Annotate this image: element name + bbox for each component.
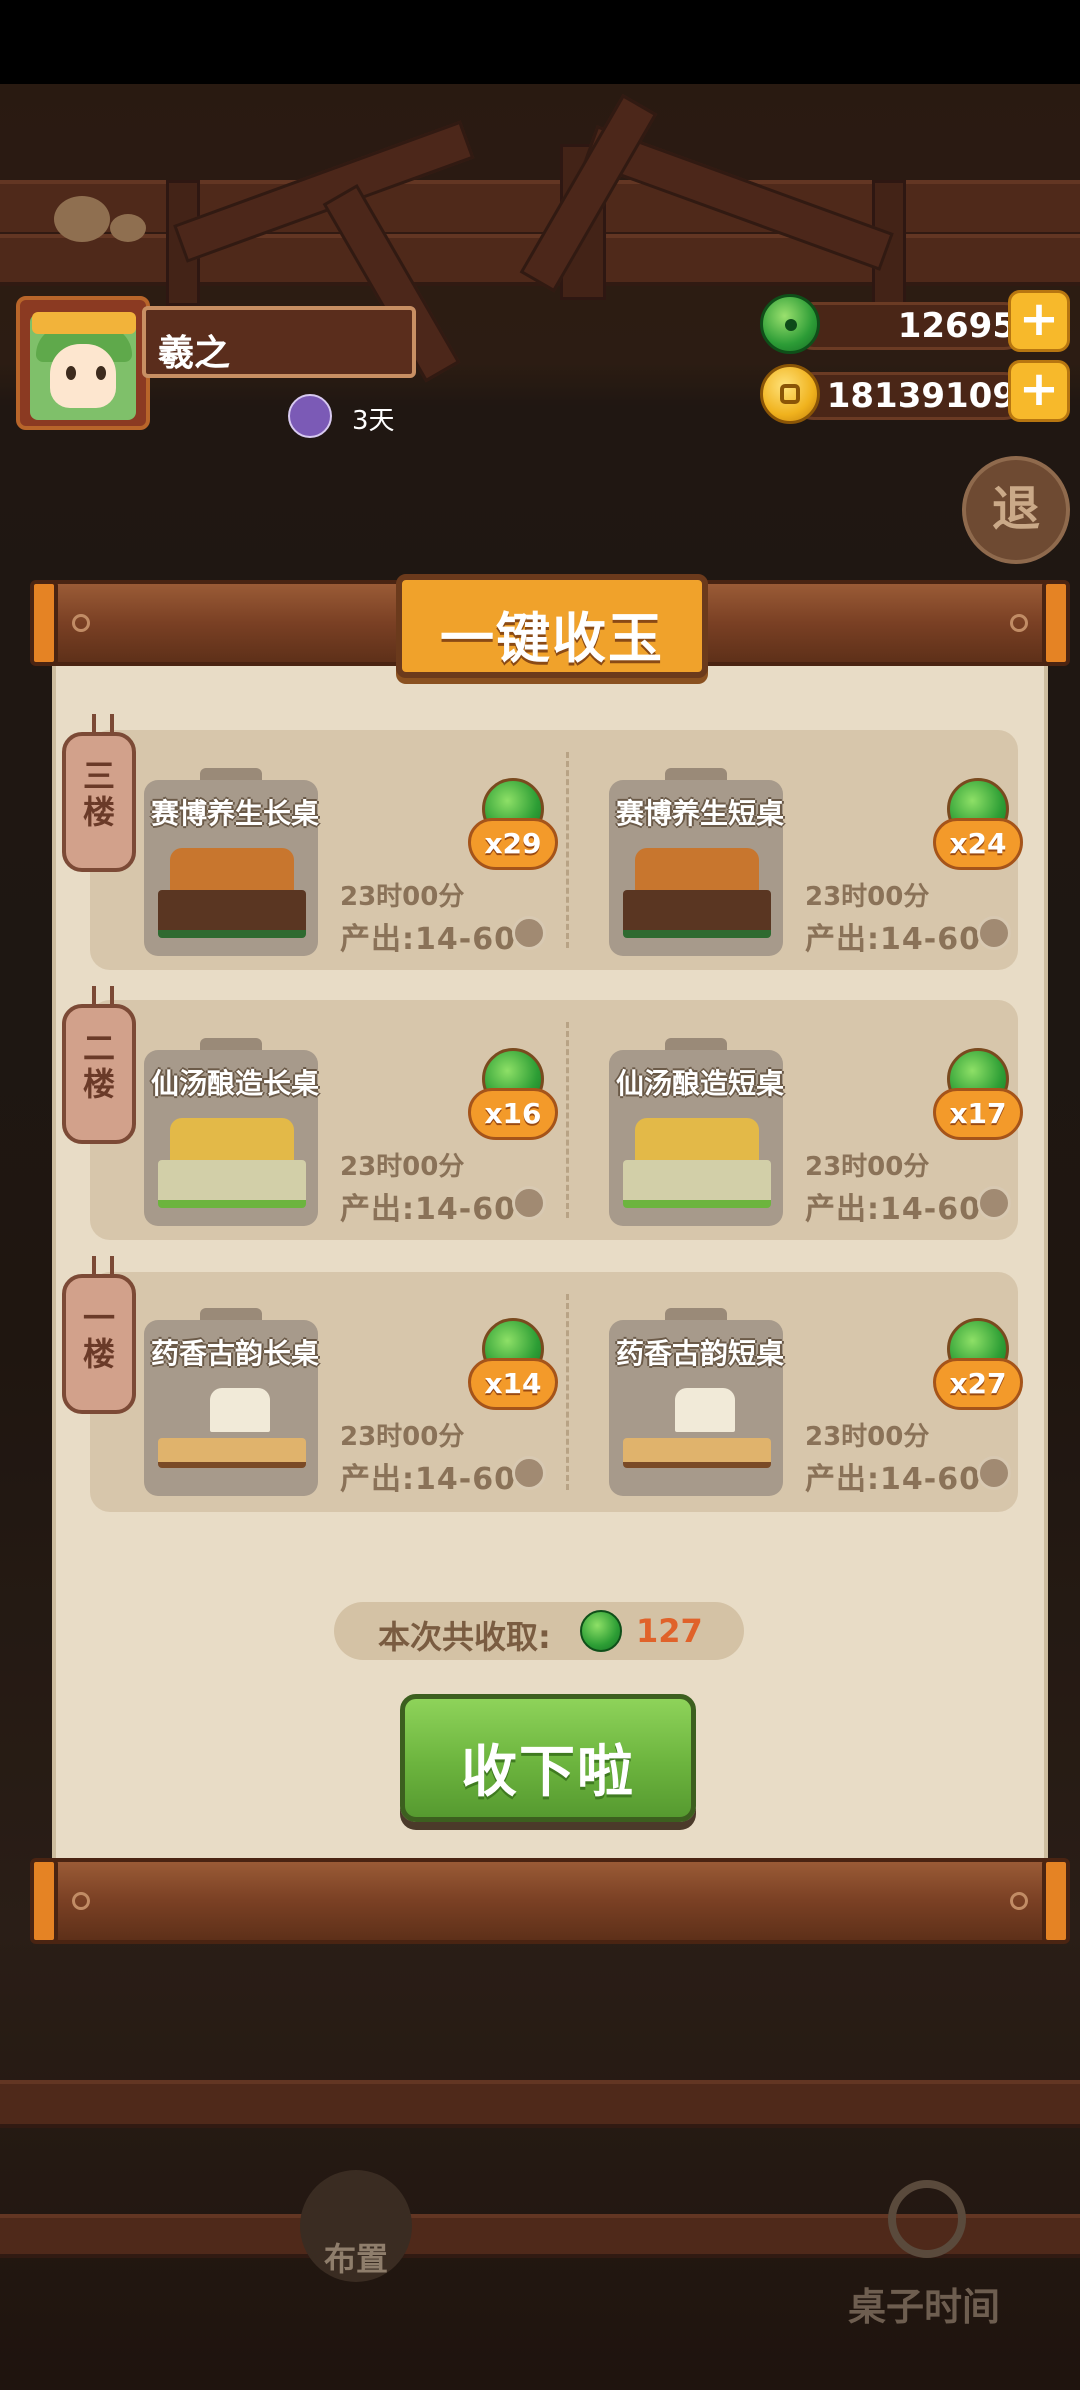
jade-count: x16 — [484, 1097, 542, 1130]
gold-currency: 18139109 + — [760, 360, 1070, 424]
table-output: 产出:14-60 — [340, 1192, 516, 1227]
table-card: 仙汤酿造长桌 x16 23时00分 产出:14-60 — [100, 1010, 560, 1230]
table-name: 赛博养生短桌 — [615, 797, 784, 830]
table-card: 赛博养生长桌 x29 23时00分 产出:14-60 — [100, 740, 560, 960]
table-output: 产出:14-60 — [805, 1462, 981, 1497]
add-jade-plus-icon[interactable]: + — [1008, 290, 1070, 352]
table-card: 赛博养生短桌 x24 23时00分 产出:14-60 — [565, 740, 1025, 960]
jade-count-badge: x17 — [933, 1048, 1023, 1148]
clock-icon — [512, 916, 546, 950]
collect-button[interactable]: 收下啦 — [400, 1694, 696, 1822]
layout-button-label: 布置 — [323, 2240, 388, 2278]
jade-count-badge: x16 — [468, 1048, 558, 1148]
table-name: 药香古韵短桌 — [615, 1337, 784, 1370]
back-button[interactable]: 退 — [962, 456, 1070, 564]
table-output: 产出:14-60 — [805, 922, 981, 957]
jade-amount: 12695 — [897, 306, 1016, 346]
scroll-rod-bottom — [30, 1858, 1070, 1944]
table-time: 23时00分 — [805, 1422, 930, 1452]
jade-count-badge: x24 — [933, 778, 1023, 878]
jade-count-badge: x27 — [933, 1318, 1023, 1418]
total-collected: 本次共收取: 127 — [334, 1602, 744, 1660]
table-time-label: 桌子时间 — [847, 2285, 1000, 2329]
table-output: 产出:14-60 — [805, 1192, 981, 1227]
layout-button[interactable]: 布置 — [300, 2170, 412, 2282]
character-badge-icon — [288, 394, 332, 438]
player-avatar[interactable] — [16, 296, 150, 430]
jade-count-badge: x14 — [468, 1318, 558, 1418]
table-output: 产出:14-60 — [340, 922, 516, 957]
jade-count-badge: x29 — [468, 778, 558, 878]
table-name: 仙汤酿造短桌 — [615, 1067, 784, 1100]
gold-coin-icon — [760, 364, 820, 424]
jade-count: x24 — [949, 827, 1007, 860]
table-time: 23时00分 — [340, 1422, 465, 1452]
clock-icon — [512, 1456, 546, 1490]
add-gold-plus-icon[interactable]: + — [1008, 360, 1070, 422]
jade-count: x14 — [484, 1367, 542, 1400]
clock-icon — [977, 916, 1011, 950]
gold-amount: 18139109 — [826, 376, 1016, 416]
jade-count: x29 — [484, 827, 542, 860]
total-label: 本次共收取: — [378, 1618, 551, 1656]
table-name: 药香古韵长桌 — [150, 1337, 319, 1370]
jade-count: x27 — [949, 1367, 1007, 1400]
table-output: 产出:14-60 — [340, 1462, 516, 1497]
table-card: 药香古韵短桌 x27 23时00分 产出:14-60 — [565, 1280, 1025, 1500]
jade-currency: 12695 + — [760, 290, 1070, 354]
clock-icon — [512, 1186, 546, 1220]
clock-icon — [888, 2180, 966, 2258]
table-time: 23时00分 — [805, 882, 930, 912]
table-name: 赛博养生长桌 — [150, 797, 319, 830]
table-time: 23时00分 — [340, 882, 465, 912]
table-time-button[interactable]: 桌子时间 — [836, 2150, 1012, 2340]
table-card: 药香古韵长桌 x14 23时00分 产出:14-60 — [100, 1280, 560, 1500]
jade-icon — [760, 294, 820, 354]
days-text: 3天 — [352, 406, 395, 436]
player-name-bar: 羲之 — [142, 306, 416, 378]
jade-icon — [580, 1610, 622, 1652]
table-time: 23时00分 — [805, 1152, 930, 1182]
status-bar — [0, 0, 1080, 84]
collect-button-label: 收下啦 — [461, 1740, 635, 1805]
clock-icon — [977, 1186, 1011, 1220]
dialog-title-plate: 一键收玉 — [396, 574, 708, 678]
table-card: 仙汤酿造短桌 x17 23时00分 产出:14-60 — [565, 1010, 1025, 1230]
table-time: 23时00分 — [340, 1152, 465, 1182]
dialog-title: 一键收玉 — [440, 607, 664, 670]
total-value: 127 — [636, 1612, 703, 1650]
table-name: 仙汤酿造长桌 — [150, 1067, 319, 1100]
clock-icon — [977, 1456, 1011, 1490]
player-name: 羲之 — [158, 333, 231, 374]
jade-count: x17 — [949, 1097, 1007, 1130]
